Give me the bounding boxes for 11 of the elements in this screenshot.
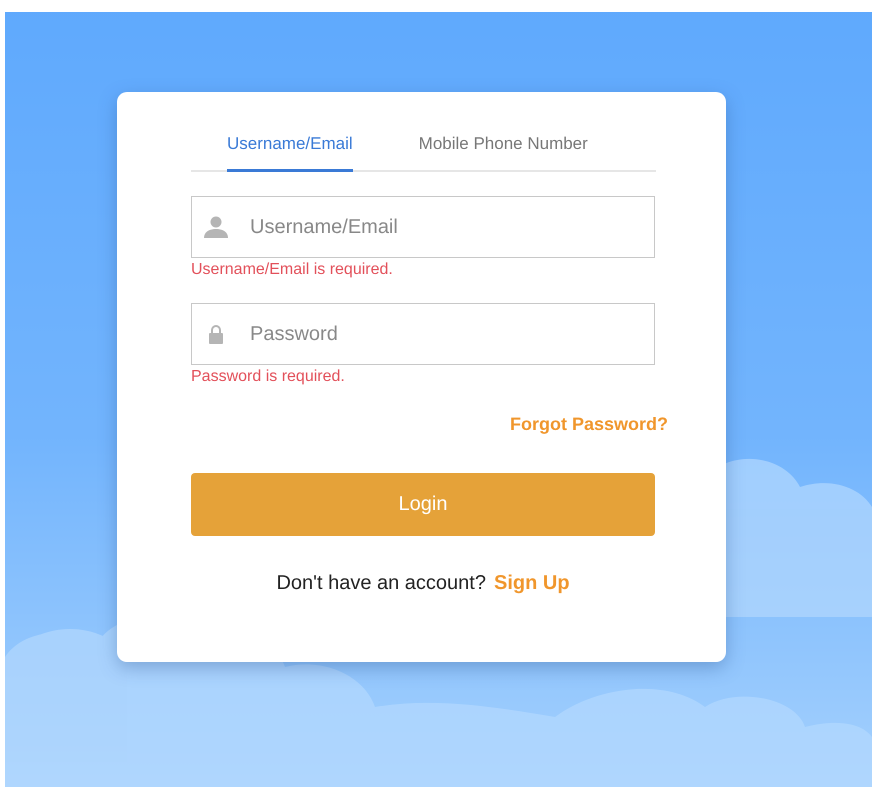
password-field[interactable]: Password bbox=[191, 303, 655, 365]
sign-up-link[interactable]: Sign Up bbox=[494, 572, 570, 595]
forgot-password-link[interactable]: Forgot Password? bbox=[510, 414, 668, 435]
login-tab[interactable]: Username/Email bbox=[227, 130, 353, 172]
error-message: Password is required. bbox=[191, 368, 345, 386]
user-icon bbox=[203, 216, 229, 238]
login-tab[interactable]: Mobile Phone Number bbox=[418, 130, 588, 172]
login-button[interactable]: Login bbox=[191, 473, 655, 536]
signup-prompt: Don't have an account? bbox=[276, 572, 486, 595]
error-message: Username/Email is required. bbox=[191, 261, 393, 279]
username-field[interactable]: Username/Email bbox=[191, 196, 655, 258]
